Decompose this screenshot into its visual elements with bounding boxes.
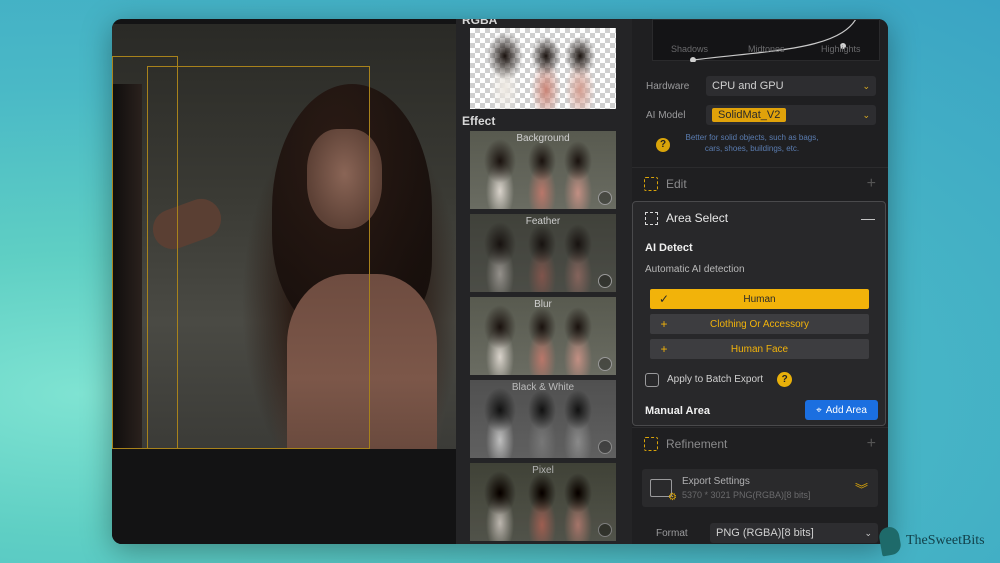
settings-panel: Shadows Midtones Highlights Hardware CPU…	[632, 19, 888, 544]
refinement-section[interactable]: Refinement +	[632, 427, 888, 459]
batch-export-row: Apply to Batch Export ?	[645, 372, 793, 387]
plus-icon[interactable]: +	[867, 435, 876, 453]
effect-thumb-black-white[interactable]: Black & White	[470, 380, 616, 458]
chevron-down-icon: ⌄	[864, 527, 872, 538]
check-icon: ✓	[658, 292, 670, 306]
ai-model-row: AI Model SolidMat_V2 ⌄	[646, 105, 876, 125]
ai-model-label: AI Model	[646, 109, 686, 121]
plus-icon[interactable]: +	[867, 175, 876, 193]
area-select-card: Area Select — AI Detect Automatic AI det…	[632, 201, 886, 426]
effect-radio[interactable]	[598, 523, 612, 537]
effect-thumb-blur[interactable]: Blur	[470, 297, 616, 375]
brand-name: TheSweetBits	[906, 533, 985, 548]
effect-label: Background	[516, 133, 570, 144]
chevron-down-icon: ⌄	[862, 80, 870, 91]
option-label: Human Face	[730, 343, 789, 355]
rgba-thumbnail[interactable]	[470, 28, 616, 109]
ai-detect-heading: AI Detect	[645, 242, 693, 254]
batch-export-label: Apply to Batch Export	[667, 374, 764, 385]
app-window: RGBA Effect Background Feather Blur Blac…	[112, 19, 888, 544]
ai-model-value: SolidMat_V2	[712, 108, 787, 122]
effect-thumb-feather[interactable]: Feather	[470, 214, 616, 292]
effect-radio[interactable]	[598, 274, 612, 288]
ai-detect-subtitle: Automatic AI detection	[645, 264, 745, 275]
refinement-label: Refinement	[666, 436, 728, 451]
batch-export-checkbox[interactable]	[645, 372, 659, 387]
effect-thumb-background[interactable]: Background	[470, 131, 616, 209]
option-clothing[interactable]: + Clothing Or Accessory	[650, 314, 869, 334]
help-icon[interactable]: ?	[777, 372, 793, 387]
format-label: Format	[656, 527, 688, 539]
option-label: Clothing Or Accessory	[710, 318, 809, 330]
option-human[interactable]: ✓ Human	[650, 289, 869, 309]
hardware-label: Hardware	[646, 80, 690, 92]
curve-label-highlights: Highlights	[821, 44, 861, 54]
add-area-label: Add Area	[825, 404, 867, 416]
export-settings[interactable]: Export Settings 5370 * 3021 PNG(RGBA)[8 …	[642, 469, 878, 507]
curve-label-shadows: Shadows	[671, 44, 709, 54]
rgba-heading: RGBA	[462, 19, 498, 27]
area-select-header[interactable]: Area Select —	[645, 210, 875, 226]
edit-icon	[644, 176, 658, 191]
effect-thumb-pixel[interactable]: Pixel	[470, 463, 616, 541]
brand-watermark: TheSweetBits	[877, 525, 985, 557]
crosshair-icon: ⌖	[816, 404, 822, 416]
manual-area-heading: Manual Area	[645, 405, 711, 417]
area-select-icon	[645, 211, 658, 225]
format-value: PNG (RGBA)[8 bits]	[716, 527, 814, 539]
ai-model-hint: Better for solid objects, such as bags, …	[685, 133, 819, 153]
effect-label: Blur	[534, 299, 552, 310]
help-icon[interactable]: ?	[656, 138, 670, 152]
export-settings-title: Export Settings	[682, 476, 750, 487]
export-settings-summary: 5370 * 3021 PNG(RGBA)[8 bits]	[682, 490, 811, 500]
canvas-empty-area	[112, 449, 456, 544]
hardware-value: CPU and GPU	[712, 80, 784, 92]
detection-box-main[interactable]	[147, 66, 370, 449]
option-human-face[interactable]: + Human Face	[650, 339, 869, 359]
edit-section[interactable]: Edit +	[632, 167, 888, 199]
tone-curve-graph	[690, 20, 856, 62]
double-chevron-down-icon[interactable]: ︾	[855, 479, 868, 498]
area-select-title: Area Select	[666, 211, 729, 225]
plus-icon: +	[660, 342, 668, 356]
option-label: Human	[743, 293, 776, 305]
effect-label: Feather	[525, 216, 561, 227]
format-select[interactable]: PNG (RGBA)[8 bits] ⌄	[710, 523, 878, 543]
effect-heading: Effect	[462, 114, 496, 128]
hardware-select[interactable]: CPU and GPU ⌄	[706, 76, 876, 96]
chevron-down-icon: ⌄	[862, 109, 870, 120]
add-area-button[interactable]: ⌖ Add Area	[805, 400, 878, 420]
effect-label: Black & White	[511, 382, 575, 393]
format-row: Format PNG (RGBA)[8 bits] ⌄	[656, 523, 878, 543]
hardware-row: Hardware CPU and GPU ⌄	[646, 76, 876, 96]
effect-radio[interactable]	[598, 440, 612, 454]
collapse-icon[interactable]: —	[861, 210, 875, 226]
brand-logo-icon	[877, 525, 903, 557]
tone-curve[interactable]: Shadows Midtones Highlights	[652, 19, 880, 62]
plus-icon: +	[660, 317, 668, 331]
edit-label: Edit	[666, 176, 687, 191]
refinement-icon	[644, 436, 658, 451]
effects-panel: RGBA Effect Background Feather Blur Blac…	[456, 19, 632, 544]
effect-radio[interactable]	[598, 191, 612, 205]
effect-radio[interactable]	[598, 357, 612, 371]
ai-model-select[interactable]: SolidMat_V2 ⌄	[706, 105, 876, 125]
image-canvas[interactable]	[112, 19, 456, 544]
effect-label: Pixel	[532, 465, 554, 476]
curve-label-midtones: Midtones	[748, 44, 785, 54]
export-settings-icon	[650, 479, 677, 503]
